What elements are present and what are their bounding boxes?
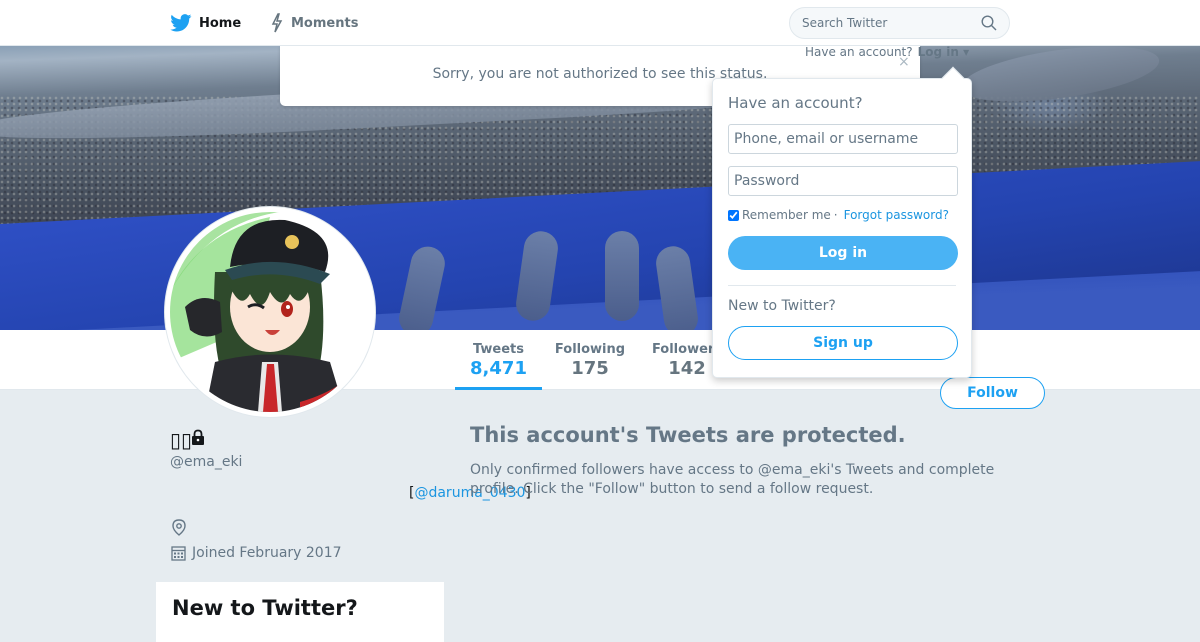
- nav-home[interactable]: Home: [170, 0, 241, 46]
- remember-row: Remember me · Forgot password?: [728, 208, 956, 222]
- following-label: Following: [554, 342, 626, 357]
- search-icon[interactable]: [981, 15, 997, 31]
- login-button[interactable]: Log in: [728, 236, 958, 270]
- lightning-icon: [271, 13, 283, 33]
- forgot-password-link[interactable]: Forgot password?: [844, 208, 949, 222]
- nav-moments-label: Moments: [291, 15, 359, 31]
- tweets-label: Tweets: [472, 342, 525, 357]
- account-prompt: Have an account? Log in ▾: [805, 45, 969, 59]
- username-field[interactable]: [728, 124, 958, 154]
- search-input[interactable]: [802, 16, 972, 30]
- login-dropdown: Have an account? Remember me · Forgot pa…: [712, 66, 972, 378]
- password-field[interactable]: [728, 166, 958, 196]
- dropdown-divider: [728, 285, 956, 286]
- protected-title: This account's Tweets are protected.: [470, 423, 906, 447]
- signup-button[interactable]: Sign up: [728, 326, 958, 360]
- tab-following[interactable]: Following 175: [552, 330, 628, 390]
- new-to-twitter-text: New to Twitter?: [728, 298, 836, 314]
- protected-description: Only confirmed followers have access to …: [470, 462, 995, 497]
- profile-name: ▯▯: [170, 428, 206, 452]
- nav-moments[interactable]: Moments: [270, 0, 358, 46]
- nav-home-label: Home: [199, 15, 242, 31]
- following-count: 175: [571, 358, 609, 379]
- calendar-icon: [171, 546, 186, 561]
- join-date: Joined February 2017: [171, 545, 342, 561]
- twitter-bird-icon: [170, 14, 192, 32]
- join-date-text: Joined February 2017: [192, 545, 342, 561]
- top-navigation: Home Moments: [0, 0, 1200, 46]
- profile-handle: @ema_eki: [170, 454, 243, 470]
- name-placeholder-glyph: ▯▯: [170, 428, 193, 452]
- lock-icon: [192, 429, 205, 445]
- remember-me-label: Remember me: [742, 208, 831, 222]
- signup-card-title: New to Twitter?: [172, 596, 358, 620]
- tweets-count: 8,471: [470, 358, 527, 379]
- login-dropdown-toggle[interactable]: Log in ▾: [918, 45, 970, 59]
- account-prompt-text: Have an account?: [805, 45, 913, 59]
- location-icon: [172, 519, 186, 536]
- avatar[interactable]: [165, 207, 375, 417]
- signup-sidebar-card: New to Twitter?: [156, 582, 444, 642]
- follow-button[interactable]: Follow: [940, 377, 1045, 409]
- login-dropdown-title: Have an account?: [728, 94, 863, 112]
- tab-tweets[interactable]: Tweets 8,471: [455, 330, 542, 390]
- search-box[interactable]: [789, 7, 1010, 39]
- remember-me-checkbox[interactable]: [728, 209, 739, 221]
